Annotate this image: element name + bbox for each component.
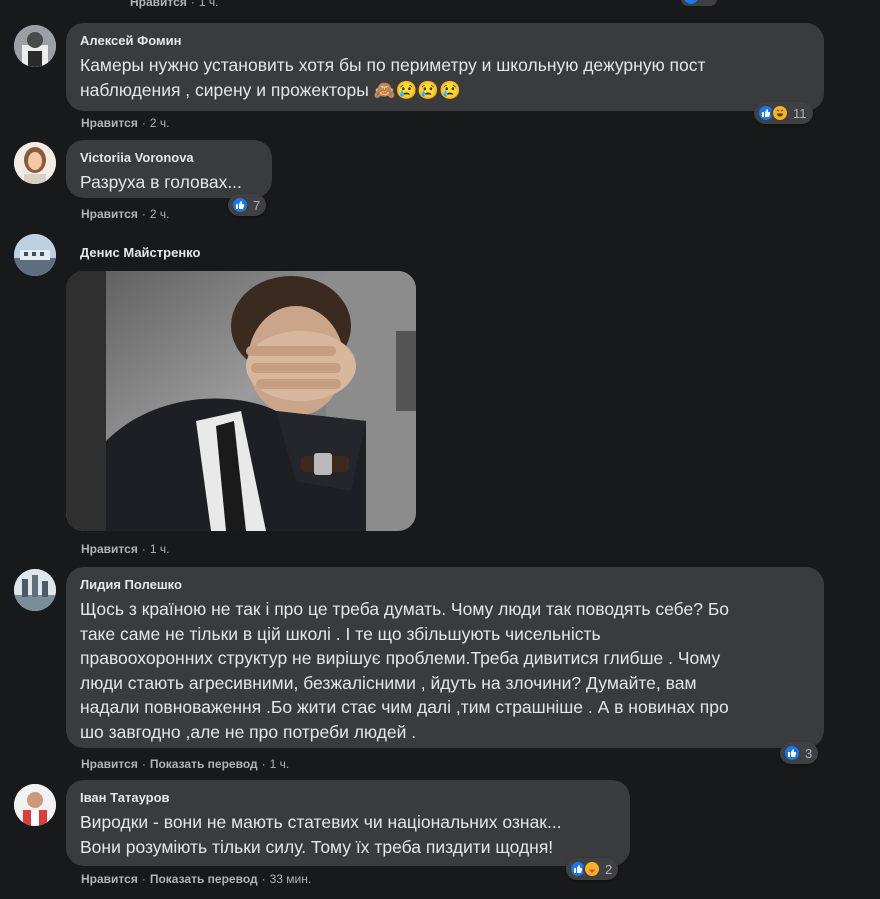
like-link[interactable]: Нравится <box>81 542 138 556</box>
avatar[interactable] <box>14 142 56 184</box>
reaction-count: 7 <box>253 197 261 213</box>
reactions-badge[interactable]: 3 <box>780 742 819 764</box>
like-icon <box>231 196 249 214</box>
comment-time[interactable]: 1 ч. <box>150 542 170 556</box>
comment-meta: Нравится · Показать перевод · 1 ч. <box>81 757 290 771</box>
comment-meta: Нравится · Показать перевод · 33 мин. <box>81 872 312 886</box>
comment-time[interactable]: 1 ч. <box>199 0 219 9</box>
comment-text-line: наблюдения , сирену и прожекторы 🙈😢😢😢 <box>80 79 461 100</box>
comment-text-line: люди стають агресивними, безжалісними , … <box>80 672 697 693</box>
avatar-photo-icon <box>14 784 56 826</box>
comment-bubble: Алексей Фомин Камеры нужно установить хо… <box>66 23 824 111</box>
comment-meta: Нравится · 1 ч. <box>81 542 170 556</box>
avatar[interactable] <box>14 569 56 611</box>
care-icon <box>583 860 601 878</box>
gif-facepalm-image[interactable] <box>66 271 416 531</box>
comment-text-line: таке саме не тільки в цій школі . І те щ… <box>80 623 601 644</box>
like-link[interactable]: Нравится <box>81 207 138 221</box>
avatar-photo-icon <box>14 569 56 611</box>
comment-bubble: Лидия Полешко Щось з країною не так і пр… <box>66 567 824 748</box>
comment-text-line: шо завгодно ,але не про потреби людей . <box>80 721 417 742</box>
reactions-badge[interactable]: 11 <box>754 102 813 124</box>
comment-author[interactable]: Лидия Полешко <box>80 577 810 593</box>
comment-author[interactable]: Іван Татауров <box>80 790 616 806</box>
comment-meta: Нравится · 2 ч. <box>81 207 170 221</box>
comment-text-line: правоохоронних структур не вирішує пробл… <box>80 648 721 668</box>
facepalm-man-picture <box>66 271 416 531</box>
comment-bubble: Іван Татауров Виродки - вони не мають ст… <box>66 780 630 866</box>
comment-bubble: Victoriia Voronova Разруха в головах... <box>66 140 272 198</box>
comment-text-line: надали повноваження .Бо жити стає чим да… <box>80 697 729 717</box>
comment-text-line: Камеры нужно установить хотя бы по перим… <box>80 55 706 75</box>
reaction-count: 2 <box>605 861 613 877</box>
comment-time[interactable]: 33 мин. <box>270 872 312 886</box>
comment-meta: Нравится · 2 ч. <box>81 116 170 130</box>
comment-author[interactable]: Алексей Фомин <box>80 33 810 49</box>
show-translation-link[interactable]: Показать перевод <box>150 872 258 886</box>
reaction-count: 3 <box>805 745 813 761</box>
scrollbar[interactable] <box>868 0 880 899</box>
reaction-count: 11 <box>793 105 807 121</box>
like-link[interactable]: Нравится <box>130 0 187 9</box>
avatar-photo-icon <box>14 25 56 67</box>
like-icon <box>684 0 698 4</box>
comment-time[interactable]: 2 ч. <box>150 116 170 130</box>
show-translation-link[interactable]: Показать перевод <box>150 757 258 771</box>
haha-icon <box>771 104 789 122</box>
top-reactions-badge[interactable] <box>681 0 717 6</box>
like-link[interactable]: Нравится <box>81 116 138 130</box>
like-link[interactable]: Нравится <box>81 872 138 886</box>
avatar-photo-icon <box>14 142 56 184</box>
reactions-badge[interactable]: 2 <box>566 858 619 880</box>
top-comment-meta: Нравится · 1 ч. <box>130 0 218 9</box>
comment-text-line: Вони розуміють тільки силу. Тому їх треб… <box>80 836 554 857</box>
comment-author[interactable]: Денис Майстренко <box>80 245 200 260</box>
avatar[interactable] <box>14 25 56 67</box>
comment-text-line: Щось з країною не так і про це треба дум… <box>80 599 730 619</box>
comment-author[interactable]: Victoriia Voronova <box>80 150 258 166</box>
comment-time[interactable]: 1 ч. <box>270 757 290 771</box>
like-link[interactable]: Нравится <box>81 757 138 771</box>
avatar[interactable] <box>14 784 56 826</box>
comment-text-line: Разруха в головах... <box>80 172 242 192</box>
comment-time[interactable]: 2 ч. <box>150 207 170 221</box>
avatar-photo-icon <box>14 234 56 276</box>
avatar[interactable] <box>14 234 56 276</box>
comment-text-line: Виродки - вони не мають статевих чи наці… <box>80 812 562 832</box>
reactions-badge[interactable]: 7 <box>228 194 267 216</box>
like-icon <box>783 744 801 762</box>
